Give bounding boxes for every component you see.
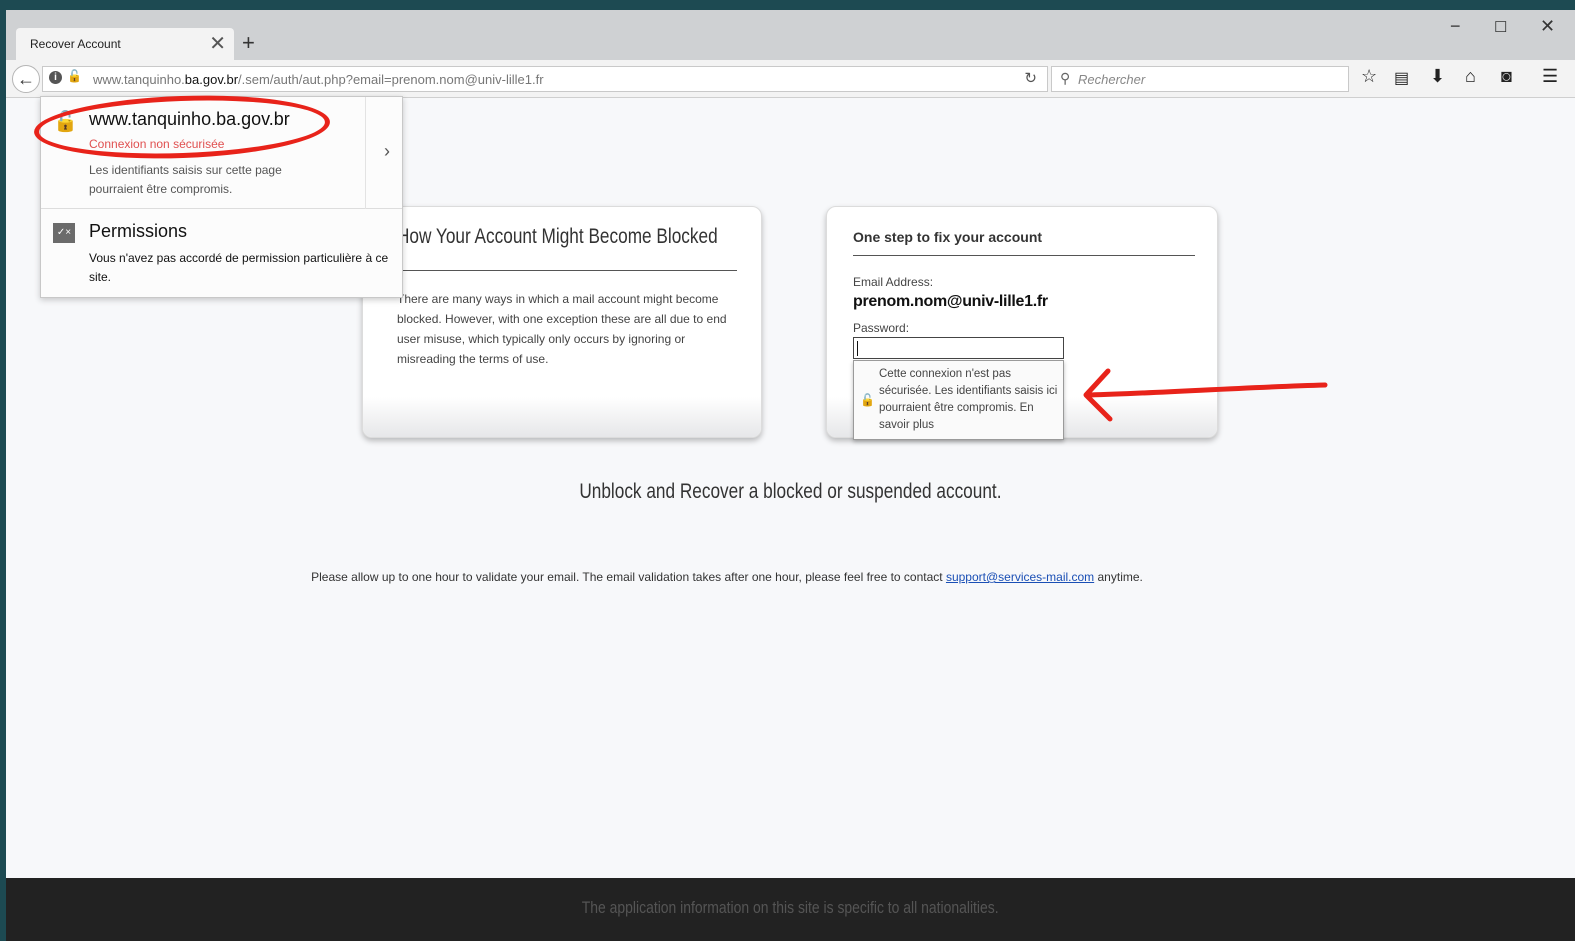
note-text: Please allow up to one hour to validate … <box>311 570 946 584</box>
insecure-description: Les identifiants saisis sur cette page p… <box>89 163 282 196</box>
insecure-lock-icon: 🔓 <box>860 393 875 407</box>
new-tab-button[interactable]: + <box>242 30 255 56</box>
footer: The application information on this site… <box>6 878 1575 941</box>
footer-text: The application information on this site… <box>582 898 999 917</box>
url-text[interactable]: www.tanquinho.ba.gov.br/.sem/auth/aut.ph… <box>93 72 544 87</box>
password-field[interactable] <box>853 337 1064 359</box>
email-label: Email Address: <box>853 275 934 289</box>
panel-body: There are many ways in which a mail acco… <box>397 292 727 366</box>
headline-text: Unblock and Recover a blocked or suspend… <box>579 480 1002 503</box>
text-caret <box>857 341 858 356</box>
permissions-icon: ✓× <box>53 223 75 243</box>
search-placeholder: Rechercher <box>1078 72 1146 87</box>
chevron-right-icon[interactable]: › <box>384 141 390 162</box>
minimize-button[interactable]: − <box>1450 16 1461 37</box>
pocket-icon[interactable]: ◙ <box>1501 66 1512 87</box>
browser-window: Recover Account ✕ + − ☐ ✕ ← i 🔓 www.tanq… <box>6 10 1575 941</box>
url-domain: ba.gov.br <box>184 72 239 87</box>
panel-divider <box>397 270 737 271</box>
back-arrow-icon: ← <box>17 69 35 89</box>
tab-recover-account[interactable]: Recover Account ✕ <box>16 28 234 60</box>
info-icon[interactable]: i <box>49 71 62 84</box>
insecure-password-warning[interactable]: 🔓 Cette connexion n'est pas sécurisée. L… <box>853 360 1064 440</box>
search-field[interactable]: ⚲ Rechercher <box>1051 66 1349 92</box>
insecure-lock-icon[interactable]: 🔓 <box>67 69 82 83</box>
divider <box>365 97 366 209</box>
info-panel: How Your Account Might Become Blocked Th… <box>362 206 762 438</box>
validation-note: Please allow up to one hour to validate … <box>6 570 1448 584</box>
url-path: /.sem/auth/aut.php?email=prenom.nom@univ… <box>238 72 544 87</box>
password-label: Password: <box>853 321 910 335</box>
note-suffix: anytime. <box>1094 570 1143 584</box>
star-icon[interactable]: ☆ <box>1361 66 1377 87</box>
permissions-title: Permissions <box>89 221 188 241</box>
maximize-button[interactable]: ☐ <box>1494 18 1507 36</box>
url-bar[interactable]: i 🔓 www.tanquinho.ba.gov.br/.sem/auth/au… <box>42 66 1048 92</box>
warning-text: Cette connexion n'est pas sécurisée. Les… <box>879 368 1058 431</box>
search-icon: ⚲ <box>1060 70 1071 86</box>
download-icon[interactable]: ⬇ <box>1430 66 1445 87</box>
reading-list-icon[interactable]: ▤ <box>1394 68 1409 88</box>
login-heading: One step to fix your account <box>853 229 1043 245</box>
home-icon[interactable]: ⌂ <box>1465 66 1476 87</box>
tab-title: Recover Account <box>30 37 121 51</box>
annotation-red-arrow <box>1083 368 1328 422</box>
tab-close-icon[interactable]: ✕ <box>209 31 226 56</box>
url-prefix: www.tanquinho. <box>93 72 185 87</box>
email-value: prenom.nom@univ-lille1.fr <box>853 293 1048 310</box>
panel-fade <box>363 397 761 437</box>
page-headline: Unblock and Recover a blocked or suspend… <box>6 480 1575 504</box>
panel-heading: How Your Account Might Become Blocked <box>397 225 718 248</box>
menu-icon[interactable]: ☰ <box>1542 66 1558 87</box>
reload-icon[interactable]: ↻ <box>1024 69 1037 87</box>
support-email-link[interactable]: support@services-mail.com <box>946 570 1094 584</box>
close-window-button[interactable]: ✕ <box>1540 16 1555 37</box>
back-button[interactable]: ← <box>12 65 40 93</box>
login-divider <box>853 255 1195 256</box>
tab-strip: Recover Account ✕ + − ☐ ✕ <box>6 10 1575 60</box>
permissions-description: Vous n'avez pas accordé de permission pa… <box>89 251 389 284</box>
